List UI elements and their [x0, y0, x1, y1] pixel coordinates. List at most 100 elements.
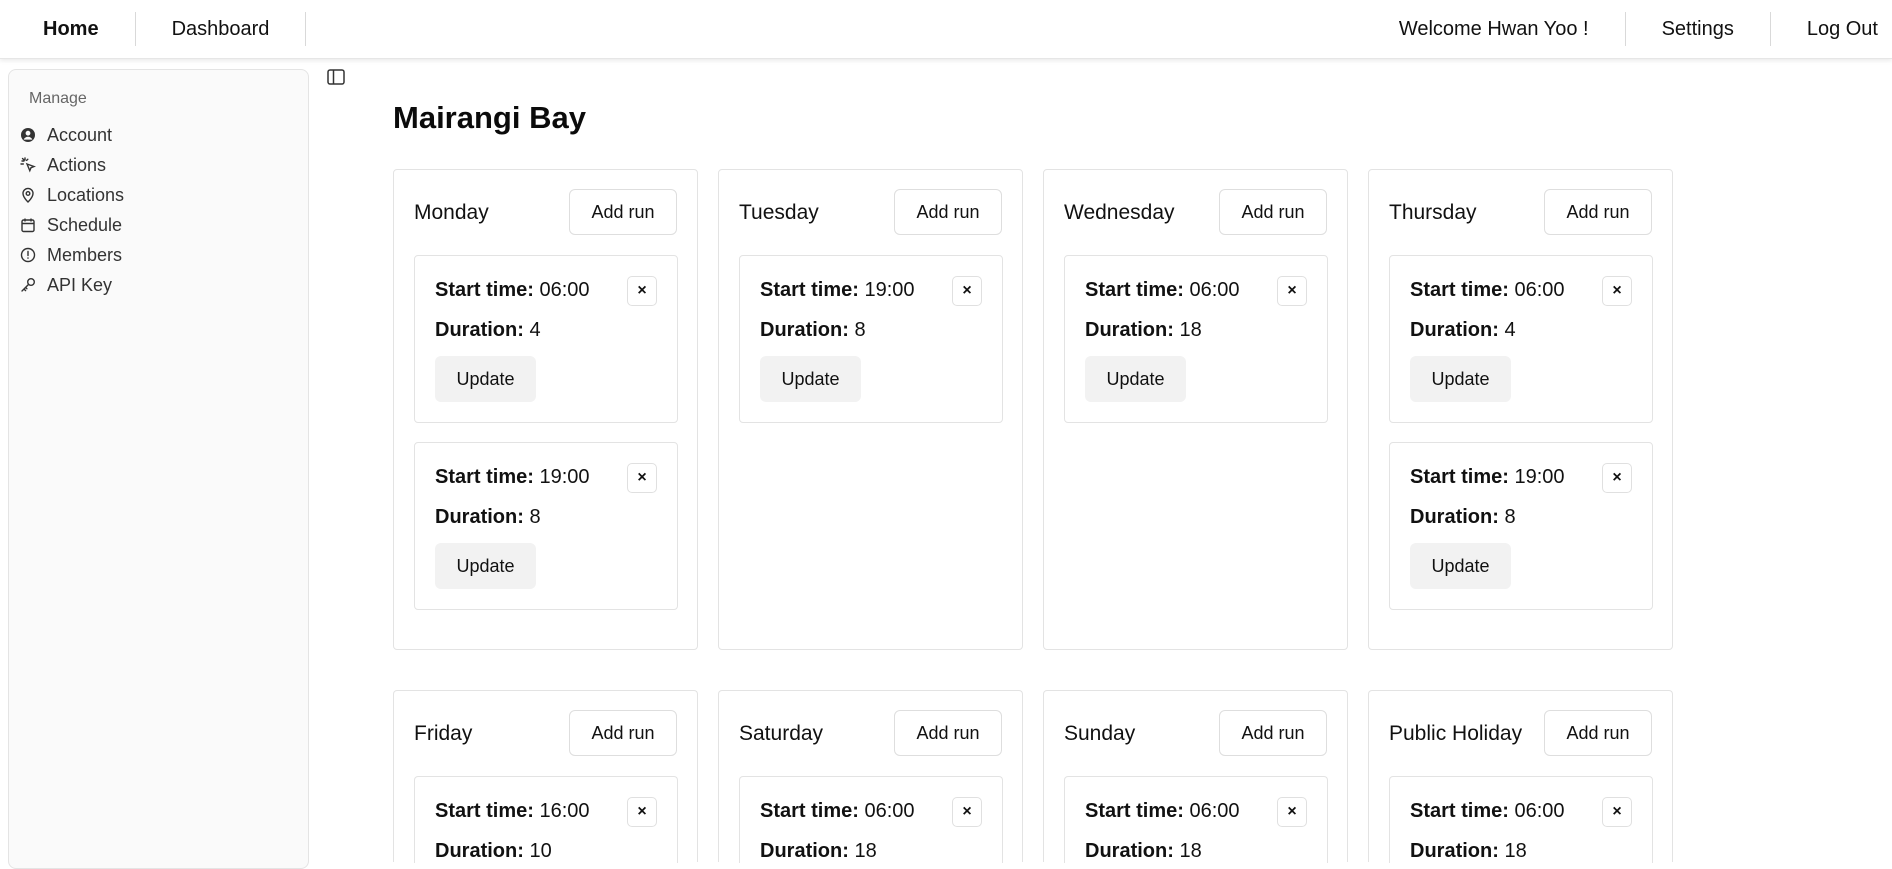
start-time-line: Start time: 06:00	[1085, 279, 1240, 302]
update-button[interactable]: Update	[1410, 356, 1511, 402]
delete-run-button[interactable]: ×	[1602, 463, 1632, 493]
start-time-line: Start time: 06:00	[1410, 800, 1565, 823]
run-item: Start time: 06:00 Duration: 4 × Update	[1389, 255, 1653, 423]
run-item: Start time: 06:00 Duration: 18 ×	[1389, 776, 1653, 863]
run-item: Start time: 19:00 Duration: 8 × Update	[739, 255, 1003, 423]
sidebar-item-actions[interactable]: Actions	[20, 150, 124, 180]
add-run-button[interactable]: Add run	[1219, 189, 1327, 235]
key-icon	[20, 277, 36, 293]
nav-settings-link[interactable]: Settings	[1626, 12, 1770, 46]
run-item: Start time: 06:00 Duration: 4 × Update	[414, 255, 678, 423]
start-time-value: 06:00	[1189, 800, 1240, 822]
duration-value: 8	[1504, 506, 1516, 528]
update-button[interactable]: Update	[435, 543, 536, 589]
alert-circle-icon	[20, 247, 36, 263]
add-run-button[interactable]: Add run	[1544, 710, 1652, 756]
update-button[interactable]: Update	[1410, 543, 1511, 589]
sidebar-item-label: Members	[47, 244, 123, 265]
start-time-line: Start time: 19:00	[760, 279, 915, 302]
nav-divider	[305, 12, 307, 46]
duration-line: Duration: 4	[1410, 319, 1516, 342]
duration-label: Duration:	[760, 840, 849, 862]
update-button[interactable]: Update	[1085, 356, 1186, 402]
duration-label: Duration:	[1410, 319, 1499, 341]
nav-logout-link[interactable]: Log Out	[1771, 12, 1892, 46]
duration-label: Duration:	[1410, 506, 1499, 528]
calendar-icon	[20, 217, 36, 233]
nav-home-link[interactable]: Home	[0, 12, 135, 46]
delete-run-button[interactable]: ×	[627, 276, 657, 306]
run-item: Start time: 16:00 Duration: 10 ×	[414, 776, 678, 863]
day-card-sunday: Sunday Add run Start time: 06:00 Duratio…	[1043, 690, 1348, 863]
start-time-label: Start time:	[1410, 279, 1509, 301]
duration-value: 18	[1179, 319, 1202, 341]
start-time-value: 06:00	[1514, 800, 1565, 822]
day-name: Wednesday	[1064, 201, 1175, 224]
card-header: Friday Add run	[414, 710, 677, 756]
start-time-value: 19:00	[539, 466, 590, 488]
sidebar-item-locations[interactable]: Locations	[20, 180, 124, 210]
start-time-value: 16:00	[539, 800, 590, 822]
run-item: Start time: 06:00 Duration: 18 ×	[739, 776, 1003, 863]
duration-label: Duration:	[1085, 319, 1174, 341]
nav-dashboard-link[interactable]: Dashboard	[136, 12, 306, 46]
card-header: Saturday Add run	[739, 710, 1002, 756]
add-run-button[interactable]: Add run	[894, 710, 1002, 756]
delete-run-button[interactable]: ×	[1277, 276, 1307, 306]
start-time-label: Start time:	[1410, 800, 1509, 822]
start-time-line: Start time: 19:00	[435, 466, 590, 489]
start-time-line: Start time: 06:00	[1085, 800, 1240, 823]
sidebar-item-api-key[interactable]: API Key	[20, 270, 124, 300]
sidebar-list: Account Actions Locations Schedule Membe…	[20, 120, 124, 300]
sidebar-item-label: Actions	[47, 154, 107, 175]
nav-right: Welcome Hwan Yoo ! Settings Log Out	[1363, 0, 1892, 58]
pointer-click-icon	[20, 157, 36, 173]
sidebar-toggle-icon[interactable]	[326, 67, 346, 87]
start-time-label: Start time:	[760, 279, 859, 301]
duration-line: Duration: 10	[435, 840, 552, 863]
duration-line: Duration: 18	[1410, 840, 1527, 863]
start-time-label: Start time:	[1410, 466, 1509, 488]
delete-run-button[interactable]: ×	[1602, 797, 1632, 827]
delete-run-button[interactable]: ×	[1602, 276, 1632, 306]
update-button[interactable]: Update	[760, 356, 861, 402]
day-name: Sunday	[1064, 722, 1136, 745]
start-time-value: 06:00	[1514, 279, 1565, 301]
add-run-button[interactable]: Add run	[569, 189, 677, 235]
delete-run-button[interactable]: ×	[1277, 797, 1307, 827]
sidebar-item-schedule[interactable]: Schedule	[20, 210, 124, 240]
add-run-button[interactable]: Add run	[569, 710, 677, 756]
sidebar: Manage Account Actions Locations Schedul…	[8, 69, 309, 869]
duration-line: Duration: 18	[1085, 840, 1202, 863]
add-run-button[interactable]: Add run	[1544, 189, 1652, 235]
map-pin-icon	[20, 187, 36, 203]
nav-left: Home Dashboard	[0, 0, 307, 58]
sidebar-item-label: Account	[47, 124, 113, 145]
day-name: Saturday	[739, 722, 824, 745]
delete-run-button[interactable]: ×	[952, 276, 982, 306]
day-card-monday: Monday Add run Start time: 06:00 Duratio…	[393, 169, 698, 650]
start-time-label: Start time:	[760, 800, 859, 822]
sidebar-item-account[interactable]: Account	[20, 120, 124, 150]
duration-label: Duration:	[1085, 840, 1174, 862]
delete-run-button[interactable]: ×	[952, 797, 982, 827]
add-run-button[interactable]: Add run	[1219, 710, 1327, 756]
duration-value: 18	[1504, 840, 1527, 862]
start-time-value: 06:00	[539, 279, 590, 301]
update-button[interactable]: Update	[435, 356, 536, 402]
page-title: Mairangi Bay	[393, 100, 586, 135]
run-item: Start time: 06:00 Duration: 18 ×	[1064, 776, 1328, 863]
duration-line: Duration: 8	[760, 319, 866, 342]
start-time-label: Start time:	[1085, 279, 1184, 301]
run-item: Start time: 19:00 Duration: 8 × Update	[414, 442, 678, 610]
duration-value: 8	[529, 506, 541, 528]
duration-value: 18	[1179, 840, 1202, 862]
sidebar-group-label: Manage	[29, 90, 87, 107]
sidebar-item-members[interactable]: Members	[20, 240, 124, 270]
delete-run-button[interactable]: ×	[627, 463, 657, 493]
card-header: Public Holiday Add run	[1389, 710, 1652, 756]
delete-run-button[interactable]: ×	[627, 797, 657, 827]
add-run-button[interactable]: Add run	[894, 189, 1002, 235]
duration-label: Duration:	[760, 319, 849, 341]
duration-value: 10	[529, 840, 552, 862]
